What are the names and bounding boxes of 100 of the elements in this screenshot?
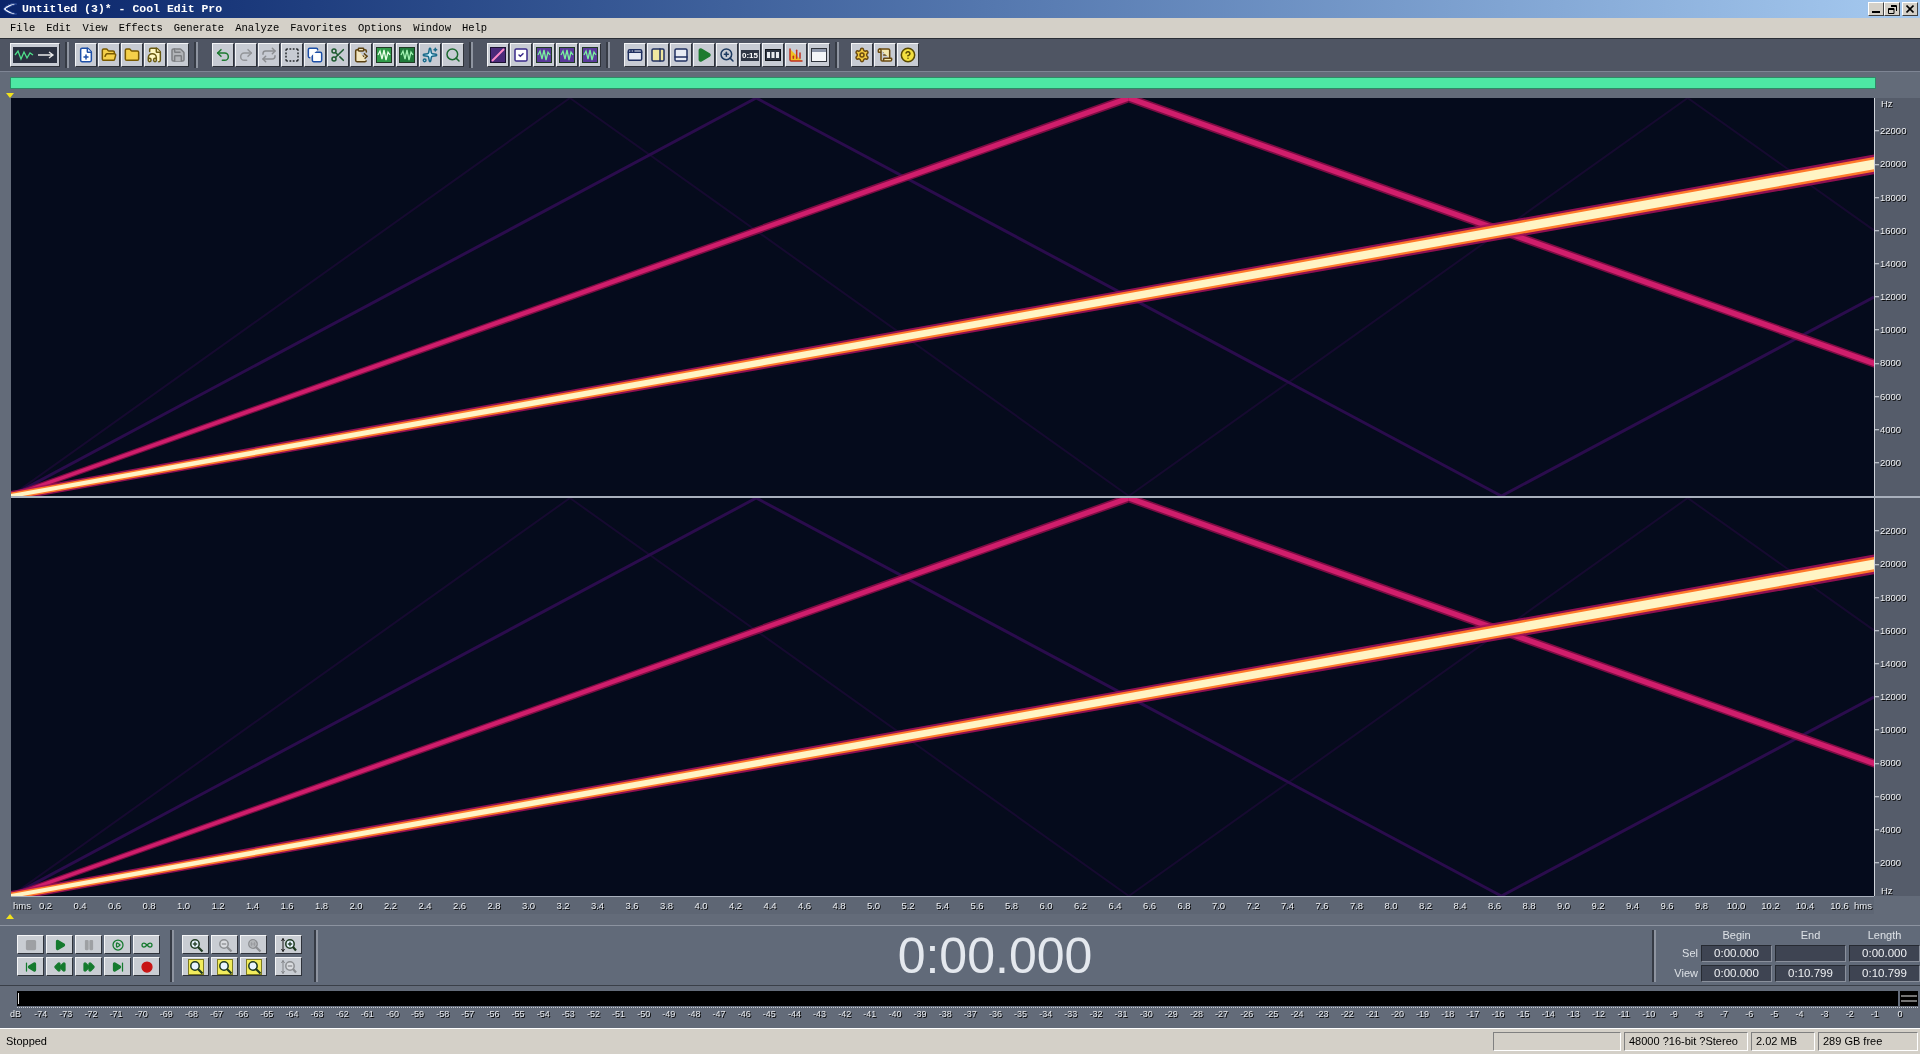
undo-button[interactable] (212, 43, 234, 67)
meters-button[interactable] (785, 43, 807, 67)
window-button[interactable] (624, 43, 646, 67)
decibel-label: 0 (1896, 1010, 1904, 1019)
audio-file-button[interactable] (144, 43, 166, 67)
overview-bar[interactable] (10, 77, 1876, 89)
time-field[interactable] (1775, 945, 1846, 962)
frequency-label: 4000 (1880, 824, 1902, 835)
time-field[interactable]: 0:00.000 (1701, 965, 1772, 982)
decibel-label: -11 (1616, 1010, 1631, 1019)
fast-forward-button[interactable] (75, 957, 102, 976)
time-label: 2.8 (487, 901, 501, 911)
menu-item[interactable]: Window (413, 22, 451, 34)
check-button[interactable] (510, 43, 532, 67)
time-label: 7.2 (1246, 901, 1260, 911)
decibel-label: -21 (1364, 1010, 1380, 1019)
help-button[interactable] (897, 43, 919, 67)
menu-item[interactable]: Analyze (235, 22, 280, 34)
mix-paste-button[interactable] (373, 43, 395, 67)
column-header: Begin (1721, 929, 1752, 942)
zoom-in-button[interactable] (182, 935, 209, 954)
play-button[interactable] (46, 935, 73, 954)
waveform-button[interactable] (556, 43, 578, 67)
record-icon (140, 960, 153, 973)
time-field[interactable]: 0:10.799 (1849, 965, 1920, 982)
decibel-label: -47 (711, 1010, 727, 1019)
settings-button[interactable] (851, 43, 873, 67)
script-button[interactable] (874, 43, 896, 67)
decibel-label: -59 (410, 1010, 426, 1019)
waveform-view-button[interactable] (10, 43, 60, 67)
decibel-label: -13 (1565, 1010, 1581, 1019)
zoom-selection-button[interactable] (240, 957, 267, 976)
time-label: 8.8 (1522, 901, 1536, 911)
scroll-icon (877, 47, 893, 63)
decibel-label: -49 (661, 1010, 677, 1019)
play-button[interactable] (693, 43, 715, 67)
rewind-button[interactable] (46, 957, 73, 976)
menu-item[interactable]: Options (358, 22, 403, 34)
time-label: 0.2 (38, 901, 53, 911)
vertical-zoom-in-button[interactable] (275, 935, 302, 954)
decibel-label: -70 (133, 1010, 149, 1019)
time-window-button[interactable]: 0:15 (739, 43, 761, 67)
waveform-button[interactable] (533, 43, 555, 67)
magnifier-tile-icon (245, 958, 262, 975)
minimize-button[interactable] (1868, 2, 1884, 16)
vertical-magnifier-minus-icon (280, 958, 297, 975)
frequency-label: 12000 (1880, 692, 1907, 702)
frequency-label: 22000 (1880, 526, 1907, 536)
waveform-button[interactable] (579, 43, 601, 67)
playhead-marker-icon[interactable] (6, 914, 14, 919)
menu-item[interactable]: Favorites (290, 22, 347, 34)
spectral-view-button[interactable] (487, 43, 509, 67)
repeat-arrows-icon (261, 47, 277, 63)
menu-item[interactable]: Edit (46, 22, 72, 34)
open-file-button[interactable] (98, 43, 120, 67)
record-button[interactable] (133, 957, 160, 976)
display-grid-icon (765, 47, 781, 63)
decibel-label: -67 (209, 1010, 225, 1019)
decibel-label: -27 (1214, 1010, 1230, 1019)
time-label: 4.4 (763, 901, 777, 911)
waveform-tile-icon (399, 47, 415, 63)
select-all-button[interactable] (281, 43, 303, 67)
menu-item[interactable]: View (82, 22, 108, 34)
play-to-end-button[interactable] (104, 935, 131, 954)
zoom-left-button[interactable] (182, 957, 209, 976)
time-field[interactable]: 0:10.799 (1775, 965, 1846, 982)
menu-item[interactable]: Effects (118, 22, 163, 34)
decibel-label: -25 (1264, 1010, 1280, 1019)
panel-icon (650, 47, 666, 63)
window-button[interactable] (647, 43, 669, 67)
display-button[interactable] (762, 43, 784, 67)
cut-button[interactable] (327, 43, 349, 67)
decibel-label: -48 (686, 1010, 702, 1019)
paste-button[interactable] (350, 43, 372, 67)
time-label: 9.2 (1591, 901, 1605, 911)
time-label: 6.0 (1039, 901, 1053, 911)
trim-button[interactable] (419, 43, 441, 67)
time-field[interactable]: 0:00.000 (1849, 945, 1920, 962)
close-button[interactable] (1902, 2, 1918, 16)
time-field[interactable]: 0:00.000 (1701, 945, 1772, 962)
go-to-start-button[interactable] (17, 957, 44, 976)
loop-button[interactable] (133, 935, 160, 954)
copy-button[interactable] (304, 43, 326, 67)
open-append-button[interactable] (121, 43, 143, 67)
decibel-label: -7 (1719, 1010, 1730, 1019)
menu-item[interactable]: File (10, 22, 36, 34)
new-file-button[interactable] (75, 43, 97, 67)
decibel-label: -32 (1088, 1010, 1104, 1019)
playhead-marker-icon[interactable] (6, 93, 14, 98)
convert-button[interactable] (442, 43, 464, 67)
go-to-end-button[interactable] (104, 957, 131, 976)
blank-window-button[interactable] (808, 43, 830, 67)
menu-item[interactable]: Generate (173, 22, 225, 34)
zoom-button[interactable] (716, 43, 738, 67)
row-label: View (1674, 967, 1698, 980)
restore-button[interactable] (1884, 2, 1900, 16)
window-button[interactable] (670, 43, 692, 67)
zoom-right-button[interactable] (211, 957, 238, 976)
paste-new-button[interactable] (396, 43, 418, 67)
menu-item[interactable]: Help (461, 22, 488, 34)
